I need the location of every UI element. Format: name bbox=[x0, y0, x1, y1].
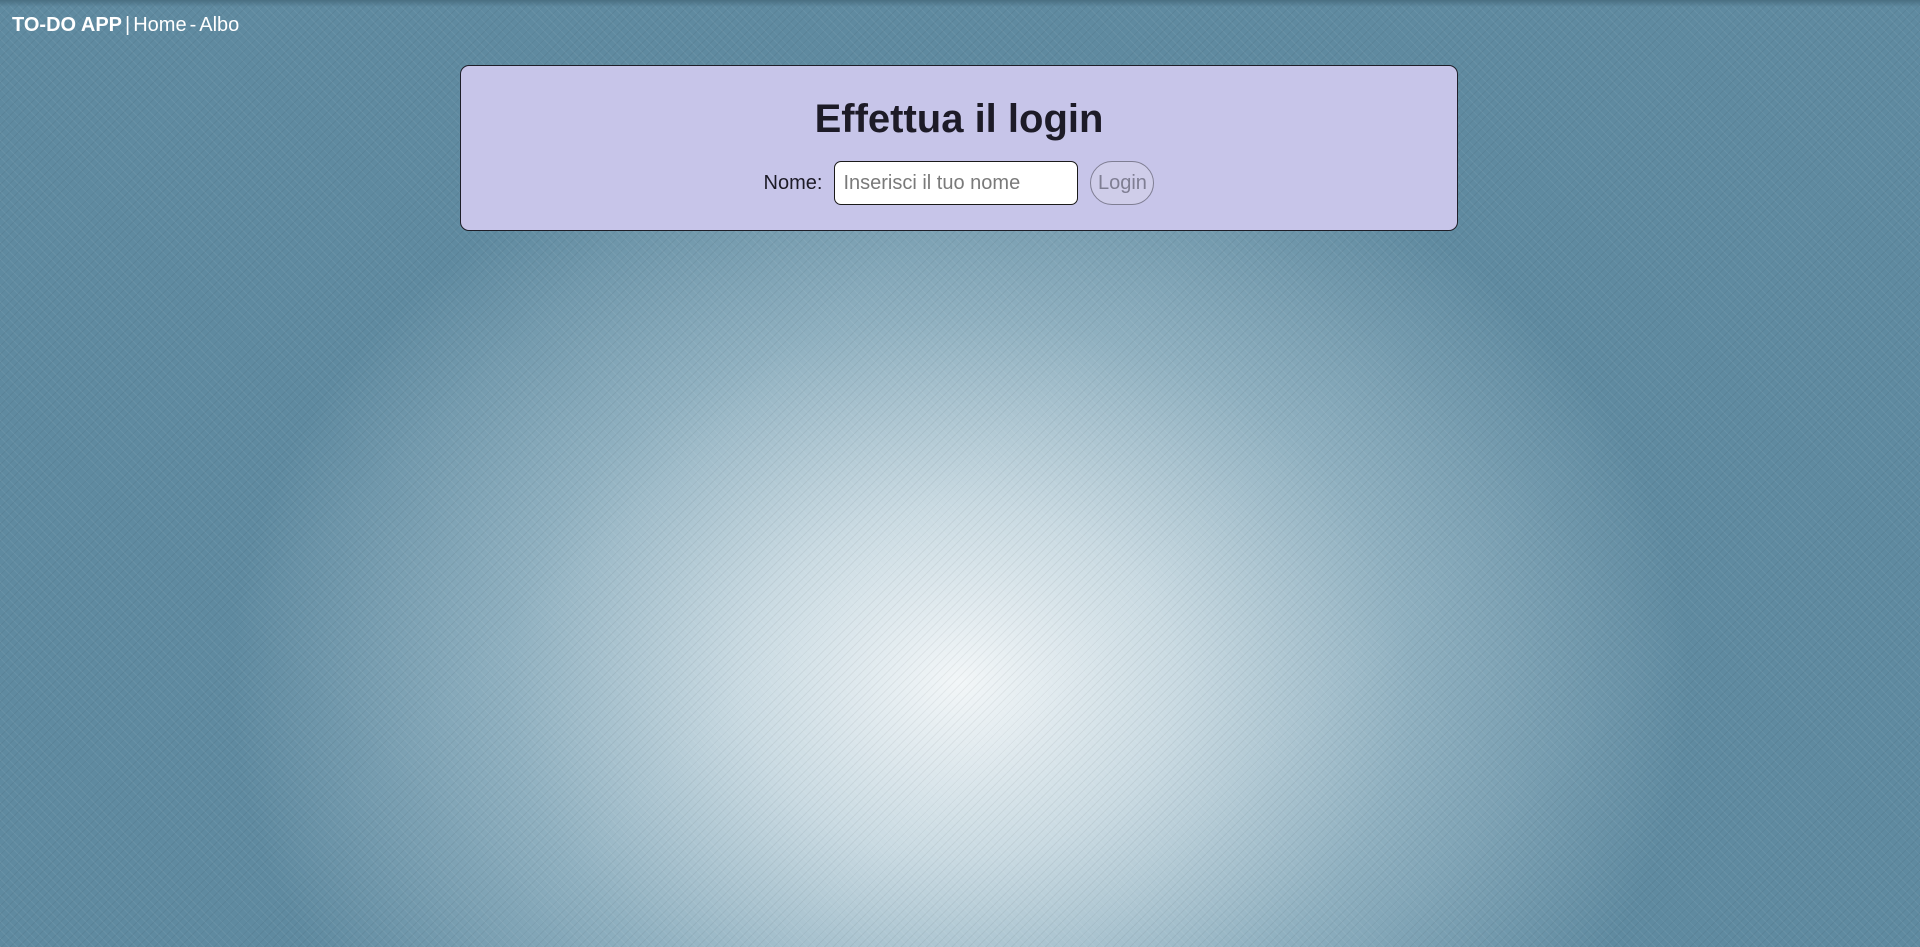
app-brand: TO-DO APP bbox=[12, 14, 123, 36]
name-input[interactable] bbox=[834, 161, 1079, 205]
brand-separator: | bbox=[125, 14, 131, 36]
login-form: Nome: Login bbox=[461, 161, 1457, 205]
top-navbar: TO-DO APP | Home - Albo bbox=[12, 12, 239, 38]
login-button[interactable]: Login bbox=[1090, 161, 1155, 205]
name-label: Nome: bbox=[763, 171, 823, 194]
login-panel: Effettua il login Nome: Login bbox=[460, 65, 1458, 231]
nav-link-home[interactable]: Home bbox=[133, 14, 186, 36]
page-top-edge bbox=[0, 0, 1920, 7]
nav-link-albo[interactable]: Albo bbox=[199, 14, 239, 36]
login-title: Effettua il login bbox=[814, 97, 1104, 141]
nav-link-separator: - bbox=[189, 14, 197, 36]
